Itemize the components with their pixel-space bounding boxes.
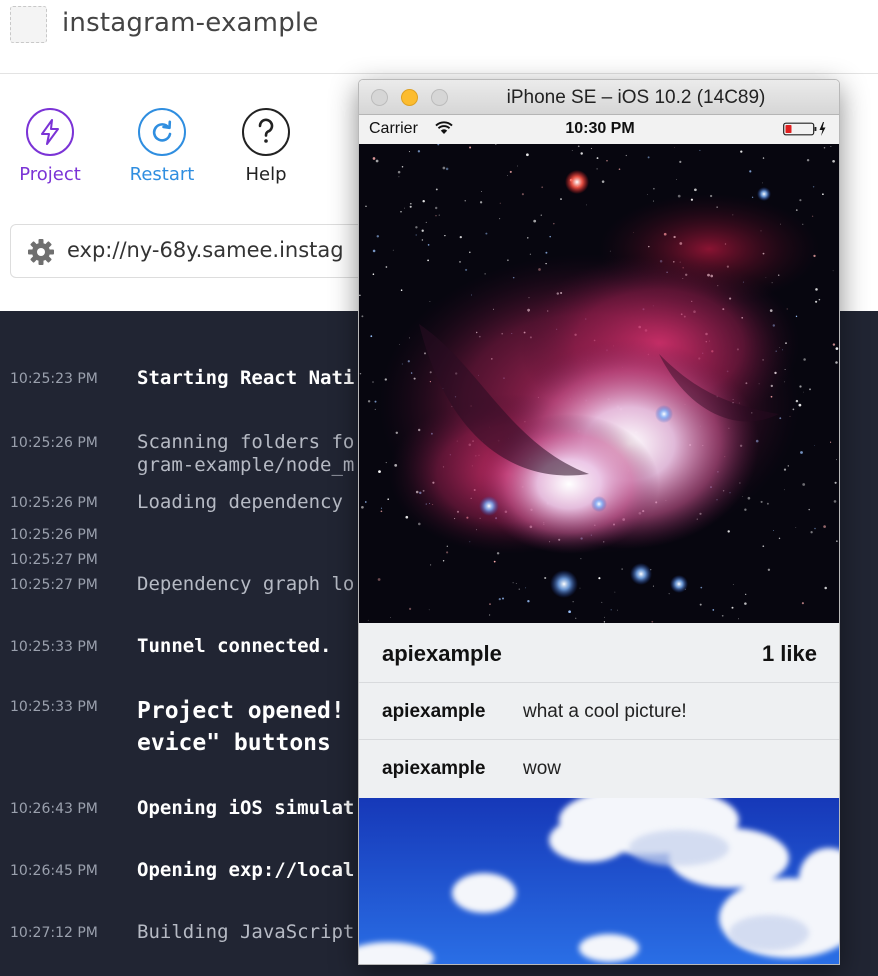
post-image[interactable] [359,798,839,964]
post-image[interactable] [359,144,839,623]
log-message: Loading dependency [137,491,355,513]
simulator-titlebar[interactable]: iPhone SE – iOS 10.2 (14C89) [359,80,839,115]
comment-text: what a cool picture! [523,701,687,722]
log-timestamp: 10:25:26 PM [10,495,98,511]
log-message: Starting React Nati [137,367,355,389]
log-timestamp: 10:25:26 PM [10,527,98,543]
ios-status-bar: Carrier 10:30 PM [359,115,839,144]
battery-icon [783,122,817,136]
gear-icon[interactable] [27,238,55,271]
comment-username[interactable]: apiexample [382,701,486,723]
restart-button-label: Restart [129,164,195,185]
ios-simulator-window: iPhone SE – iOS 10.2 (14C89) Carrier 10:… [358,79,840,965]
project-name: instagram-example [62,8,319,38]
log-timestamp: 10:25:27 PM [10,552,98,568]
help-button[interactable]: Help [216,108,316,188]
status-time: 10:30 PM [565,120,635,137]
url-text[interactable]: exp://ny-68y.samee.instag [67,238,344,262]
post-details: apiexample 1 like apiexample what a cool… [359,623,839,798]
log-timestamp: 10:25:26 PM [10,435,98,451]
log-message: Tunnel connected. [137,635,332,657]
project-button[interactable]: Project [0,108,100,188]
log-timestamp: 10:25:27 PM [10,577,98,593]
log-message: Opening iOS simulat [137,797,355,819]
log-timestamp: 10:25:33 PM [10,639,98,655]
project-button-label: Project [19,164,81,185]
comment-row: apiexample what a cool picture! [359,683,839,740]
log-message: Building JavaScript [137,921,355,943]
comment-username[interactable]: apiexample [382,758,486,780]
log-timestamp: 10:26:43 PM [10,801,98,817]
log-message: Opening exp://local [137,859,355,881]
restart-icon [138,108,186,156]
project-header: instagram-example [0,0,878,74]
log-message: evice" buttons [137,730,345,756]
post-like-count[interactable]: 1 like [762,641,817,667]
comment-text: wow [523,758,562,779]
log-timestamp: 10:25:33 PM [10,699,98,715]
comment-row: apiexample wow [359,740,839,797]
log-timestamp: 10:26:45 PM [10,863,98,879]
question-icon [242,108,290,156]
log-timestamp: 10:27:12 PM [10,925,98,941]
post-username[interactable]: apiexample [382,641,502,667]
log-timestamp: 10:25:23 PM [10,371,98,387]
help-button-label: Help [245,164,287,185]
restart-button[interactable]: Restart [112,108,212,188]
simulator-title: iPhone SE – iOS 10.2 (14C89) [506,87,766,108]
log-message: Project opened! [137,698,345,724]
lightning-icon [26,108,74,156]
post-header: apiexample 1 like [359,623,839,683]
log-message: Scanning folders fo [137,431,355,453]
log-message: gram-example/node_m [137,454,355,476]
project-icon[interactable] [10,6,47,43]
charging-bolt-icon [819,122,826,136]
log-message: Dependency graph lo [137,573,355,595]
